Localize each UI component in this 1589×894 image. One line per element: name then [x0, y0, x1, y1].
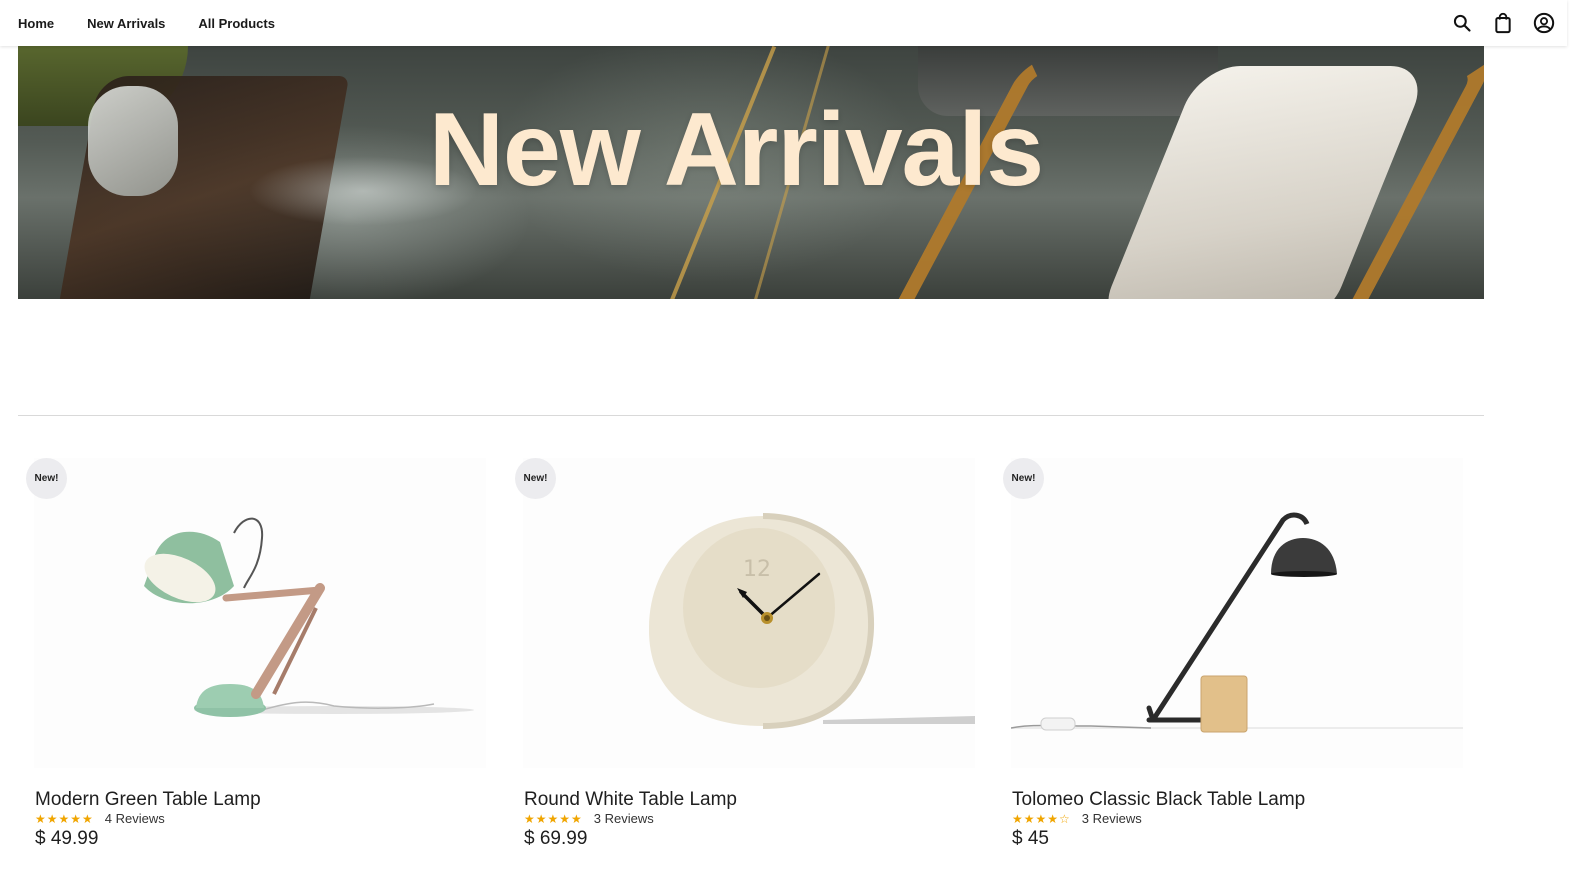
product-rating: ★★★★★ 3 Reviews [524, 811, 654, 826]
product-name[interactable]: Round White Table Lamp [524, 789, 737, 811]
product-image-green-lamp[interactable] [34, 458, 486, 768]
product-image-black-lamp[interactable] [1011, 458, 1463, 768]
hero-title: New Arrivals [428, 92, 1044, 208]
product-name[interactable]: Modern Green Table Lamp [35, 789, 261, 811]
nav-all-products-link[interactable]: All Products [198, 16, 275, 31]
section-divider [18, 415, 1484, 416]
review-count[interactable]: 3 Reviews [594, 811, 654, 826]
nav-home-link[interactable]: Home [18, 16, 54, 31]
shopping-bag-icon[interactable] [1492, 12, 1514, 34]
review-count[interactable]: 4 Reviews [105, 811, 165, 826]
top-navigation: Home New Arrivals All Products [0, 0, 1567, 46]
hero-banner: New Arrivals [18, 46, 1484, 299]
svg-text:12: 12 [743, 557, 771, 582]
new-badge: New! [1003, 458, 1044, 499]
product-card[interactable]: New! Modern Green Table Lamp ★★★★★ 4 Rev… [26, 458, 486, 858]
product-rating: ★★★★★ 4 Reviews [35, 811, 165, 826]
product-price: $ 69.99 [524, 828, 588, 849]
search-icon[interactable] [1451, 12, 1473, 34]
nav-new-arrivals-link[interactable]: New Arrivals [87, 16, 165, 31]
product-price: $ 45 [1012, 828, 1049, 849]
review-count[interactable]: 3 Reviews [1082, 811, 1142, 826]
product-card[interactable]: New! Tolomeo Classic Black Table Lamp ★★… [1003, 458, 1463, 858]
new-badge: New! [26, 458, 67, 499]
rating-stars: ★★★★☆ [1012, 811, 1071, 826]
product-card[interactable]: New! 12 Round White Table Lamp ★★★★★ 3 R… [515, 458, 975, 858]
new-badge: New! [515, 458, 556, 499]
header-icons [1451, 12, 1555, 34]
product-name[interactable]: Tolomeo Classic Black Table Lamp [1012, 789, 1305, 811]
product-price: $ 49.99 [35, 828, 99, 849]
product-rating: ★★★★☆ 3 Reviews [1012, 811, 1142, 826]
rating-stars: ★★★★★ [524, 811, 583, 826]
product-image-round-white-lamp[interactable]: 12 [523, 458, 975, 768]
main-nav: Home New Arrivals All Products [18, 16, 275, 31]
account-icon[interactable] [1533, 12, 1555, 34]
rating-stars: ★★★★★ [35, 811, 94, 826]
